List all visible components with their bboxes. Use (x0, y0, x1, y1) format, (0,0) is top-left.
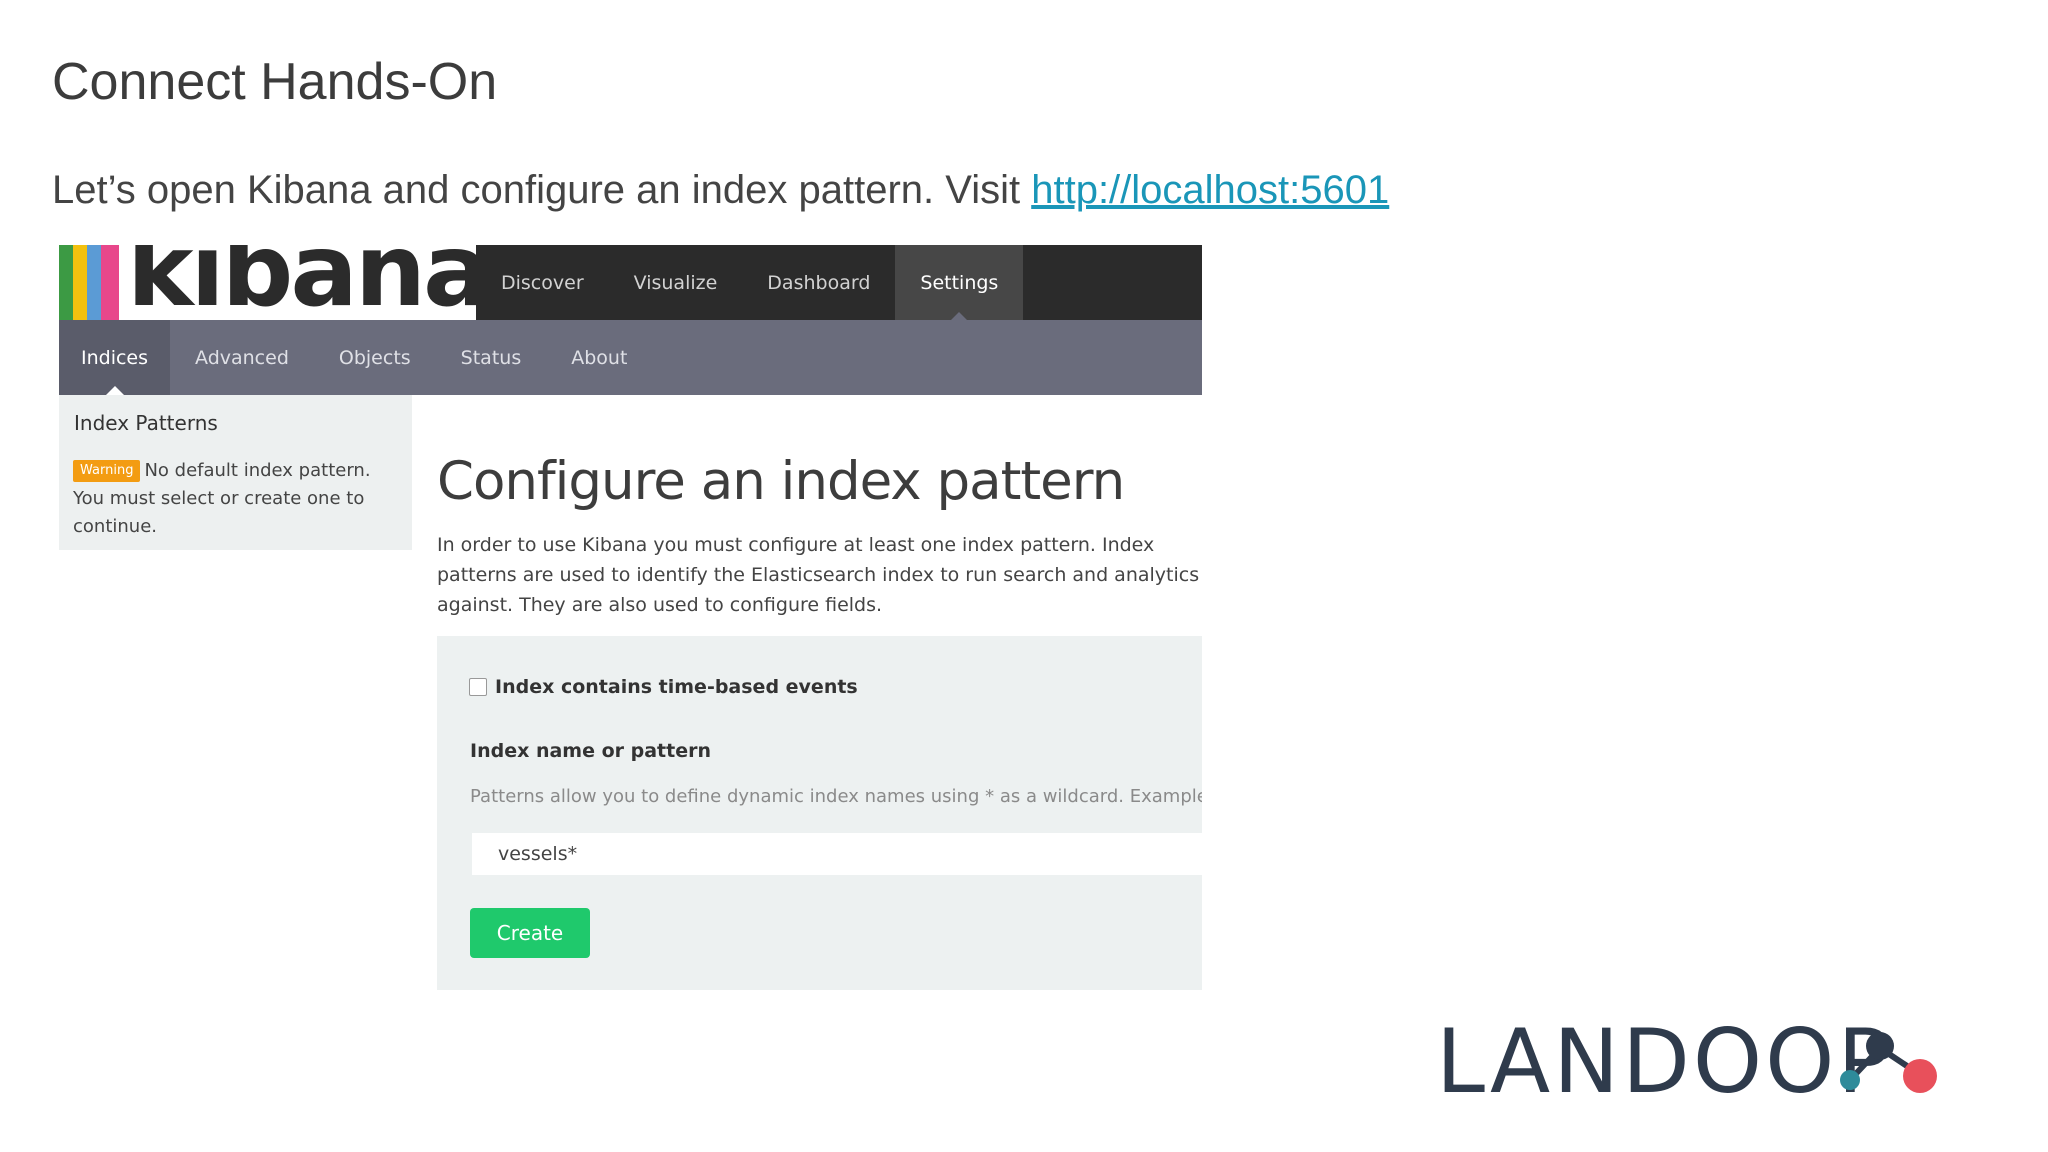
sub-nav-about[interactable]: About (546, 320, 652, 395)
logo-dot-red (1903, 1059, 1937, 1093)
index-name-label: Index name or pattern (470, 740, 712, 762)
configure-description: In order to use Kibana you must configur… (437, 534, 1200, 616)
sub-nav-indices[interactable]: Indices (59, 320, 171, 395)
logo-dot-navy (1866, 1032, 1894, 1060)
landoop-logo-icon (1840, 1032, 1937, 1093)
top-nav-discover[interactable]: Discover (476, 245, 609, 320)
logo-stripe-yellow (73, 245, 87, 320)
logo-stripe-blue (87, 245, 101, 320)
logo-stripe-pink (101, 245, 119, 320)
kibana-logo-text: kibana (127, 245, 476, 320)
logo-stripe-green (59, 245, 73, 320)
index-name-help: Patterns allow you to define dynamic ind… (470, 786, 1202, 807)
kibana-top-bar: kibana Discover Visualize Dashboard Sett… (59, 245, 1202, 320)
configure-title: Configure an index pattern (437, 451, 1125, 512)
kibana-url-link[interactable]: http://localhost:5601 (1031, 168, 1389, 212)
sub-nav-objects[interactable]: Objects (314, 320, 436, 395)
index-name-input[interactable] (472, 833, 1202, 875)
intro-sentence: Let’s open Kibana and configure an index… (52, 168, 1032, 212)
index-patterns-sidebar: Index Patterns Warning No default index p… (59, 395, 412, 550)
top-nav-dashboard[interactable]: Dashboard (742, 245, 895, 320)
kibana-top-nav: Discover Visualize Dashboard Settings (476, 245, 1024, 320)
kibana-logo[interactable]: kibana (59, 245, 476, 320)
logo-dot-teal (1840, 1070, 1860, 1090)
warning-badge: Warning (73, 460, 141, 482)
kibana-screenshot: kibana Discover Visualize Dashboard Sett… (59, 245, 1202, 1030)
kibana-sub-nav: Indices Advanced Objects Status About (59, 320, 1202, 395)
no-default-warning: Warning No default index pattern. You mus… (73, 457, 403, 541)
sub-nav-status[interactable]: Status (436, 320, 547, 395)
top-nav-settings[interactable]: Settings (895, 245, 1024, 320)
create-button[interactable]: Create (470, 908, 590, 958)
landoop-wordmark: LANDOOP (1436, 1010, 1894, 1113)
index-pattern-form: Index contains time-based events Index n… (437, 636, 1202, 990)
intro-text: Let’s open Kibana and configure an index… (52, 168, 1389, 213)
sub-nav-advanced[interactable]: Advanced (170, 320, 314, 395)
slide-title: Connect Hands-On (52, 53, 498, 111)
top-nav-visualize[interactable]: Visualize (609, 245, 743, 320)
time-based-checkbox[interactable] (469, 678, 487, 696)
time-based-label[interactable]: Index contains time-based events (495, 676, 858, 698)
index-patterns-title: Index Patterns (74, 411, 218, 435)
